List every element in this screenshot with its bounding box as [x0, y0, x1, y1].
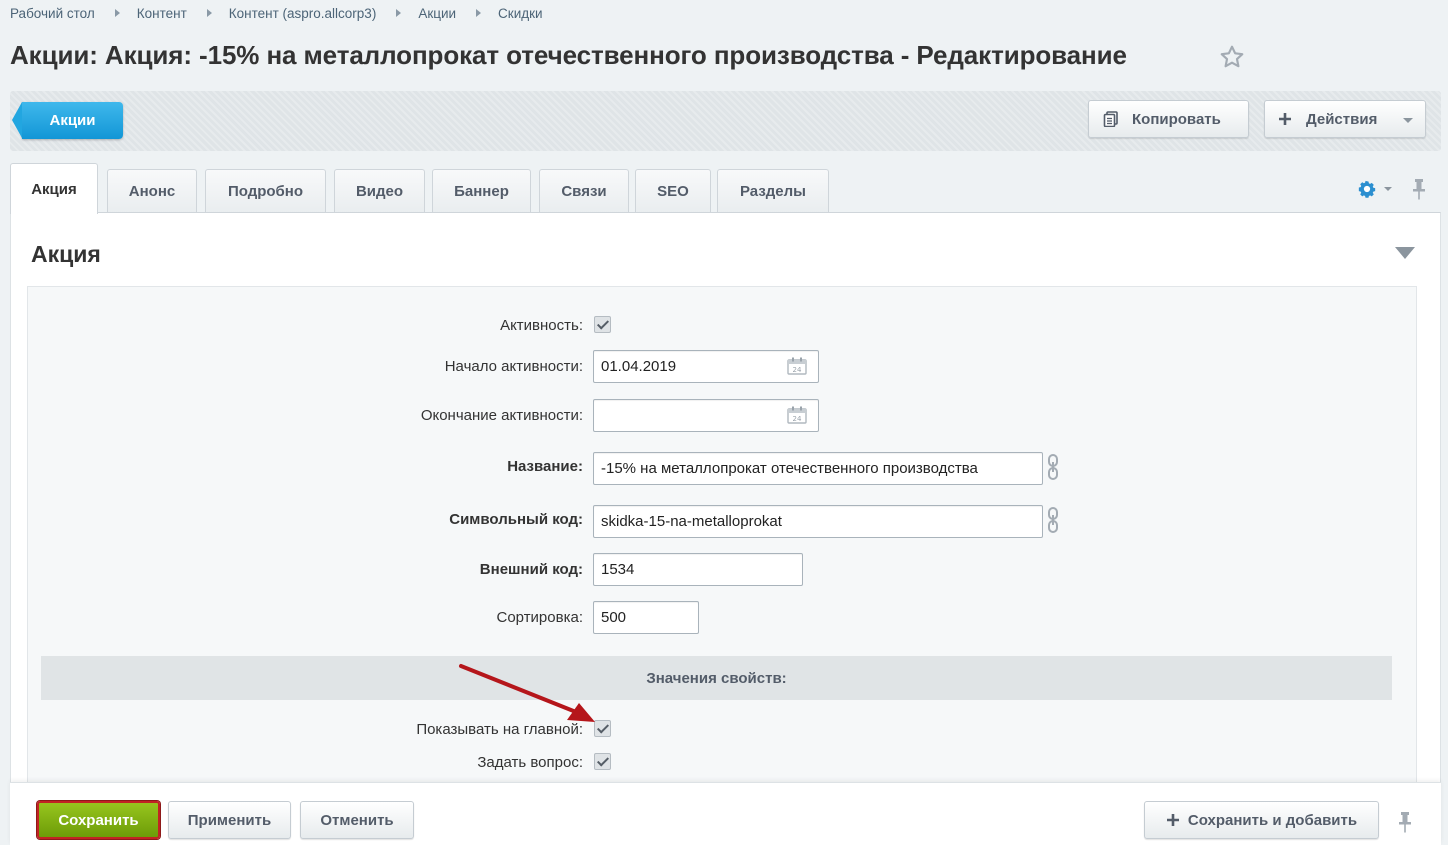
properties-header-label: Значения свойств: [646, 669, 787, 687]
gear-icon[interactable] [1356, 178, 1378, 200]
sort-value: 500 [601, 609, 627, 626]
gear-chevron-down-icon[interactable] [1384, 187, 1392, 191]
ask-question-checkbox[interactable] [594, 753, 611, 770]
apply-button-label: Применить [187, 811, 272, 829]
pin-icon[interactable] [1398, 811, 1412, 833]
link-icon[interactable] [1046, 506, 1060, 534]
breadcrumb-item-desktop[interactable]: Рабочий стол [10, 6, 95, 21]
calendar-icon[interactable]: 24 [787, 406, 807, 424]
save-button[interactable]: Сохранить [37, 801, 160, 839]
breadcrumb-item-promotions[interactable]: Акции [418, 6, 456, 21]
tab-seo[interactable]: SEO [635, 169, 711, 213]
tab-promotion[interactable]: Акция [10, 163, 98, 214]
active-from-label: Начало активности: [444, 358, 583, 375]
save-and-add-button[interactable]: Сохранить и добавить [1144, 801, 1379, 839]
tab-announce[interactable]: Анонс [107, 169, 197, 213]
save-button-label: Сохранить [58, 811, 139, 829]
plus-icon [1279, 113, 1291, 125]
name-label: Название: [507, 458, 583, 475]
name-value: -15% на металлопрокат отечественного про… [601, 460, 978, 477]
sort-input[interactable]: 500 [593, 601, 699, 634]
active-to-input[interactable] [593, 399, 819, 432]
calendar-icon[interactable]: 24 [787, 357, 807, 375]
tab-label: Связи [561, 183, 607, 200]
link-icon[interactable] [1046, 453, 1060, 481]
copy-button[interactable]: Копировать [1088, 100, 1249, 138]
copy-icon [1103, 111, 1118, 127]
code-input[interactable]: skidka-15-na-metalloprokat [593, 505, 1043, 538]
actions-button-label: Действия [1306, 110, 1378, 128]
properties-header: Значения свойств: [41, 656, 1392, 700]
cancel-button[interactable]: Отменить [300, 801, 414, 839]
svg-text:24: 24 [793, 366, 802, 374]
tab-label: Разделы [740, 183, 806, 200]
section-title: Акция [31, 241, 101, 267]
tab-details[interactable]: Подробно [205, 169, 326, 213]
save-and-add-label: Сохранить и добавить [1187, 811, 1358, 829]
name-input[interactable]: -15% на металлопрокат отечественного про… [593, 452, 1043, 485]
active-label: Активность: [500, 317, 583, 334]
actions-button[interactable]: Действия [1264, 100, 1426, 138]
tab-label: Анонс [128, 183, 176, 200]
breadcrumb-separator-icon [476, 9, 482, 17]
svg-text:24: 24 [793, 415, 802, 423]
tab-sections[interactable]: Разделы [717, 169, 829, 213]
pin-icon[interactable] [1412, 178, 1426, 200]
tab-label: Видео [355, 183, 404, 200]
active-from-input[interactable]: 01.04.2019 [593, 350, 819, 383]
tab-label: Акция [31, 180, 77, 198]
breadcrumb: Рабочий стол Контент Контент (aspro.allc… [10, 5, 543, 21]
tab-label: Баннер [454, 183, 509, 200]
breadcrumb-separator-icon [396, 9, 402, 17]
tab-label: Подробно [227, 183, 304, 200]
tab-links[interactable]: Связи [539, 169, 629, 213]
back-to-list-button[interactable]: Акции [12, 102, 123, 139]
back-to-list-label: Акции [49, 112, 96, 129]
chevron-down-icon [1403, 118, 1413, 123]
breadcrumb-item-content[interactable]: Контент [137, 6, 187, 21]
xml-id-label: Внешний код: [479, 561, 583, 578]
ask-question-label: Задать вопрос: [477, 754, 583, 771]
breadcrumb-item-content-aspro[interactable]: Контент (aspro.allcorp3) [229, 6, 377, 21]
collapse-section-icon[interactable] [1395, 247, 1415, 259]
page-title: Акции: Акция: -15% на металлопрокат отеч… [10, 40, 1127, 70]
tab-label: SEO [657, 183, 689, 200]
active-checkbox[interactable] [594, 316, 611, 333]
breadcrumb-separator-icon [114, 9, 120, 17]
apply-button[interactable]: Применить [168, 801, 291, 839]
tab-video[interactable]: Видео [334, 169, 425, 213]
xml-id-value: 1534 [601, 561, 635, 578]
cancel-button-label: Отменить [320, 811, 394, 829]
copy-button-label: Копировать [1132, 110, 1221, 128]
active-from-value: 01.04.2019 [601, 358, 677, 375]
sort-label: Сортировка: [496, 609, 584, 626]
breadcrumb-item-discounts[interactable]: Скидки [498, 6, 543, 21]
arrow-annotation [459, 664, 595, 722]
plus-icon [1166, 814, 1179, 826]
star-icon[interactable] [1219, 44, 1245, 70]
code-value: skidka-15-na-metalloprokat [601, 513, 782, 530]
breadcrumb-separator-icon [206, 9, 212, 17]
code-label: Символьный код: [449, 511, 583, 528]
footer-bar: Сохранить Применить Отменить Сохранить и… [10, 782, 1441, 845]
toolbar: Акции Копировать Действия [10, 91, 1441, 151]
active-to-label: Окончание активности: [420, 407, 583, 424]
tab-banner[interactable]: Баннер [432, 169, 531, 213]
xml-id-input[interactable]: 1534 [593, 553, 803, 586]
